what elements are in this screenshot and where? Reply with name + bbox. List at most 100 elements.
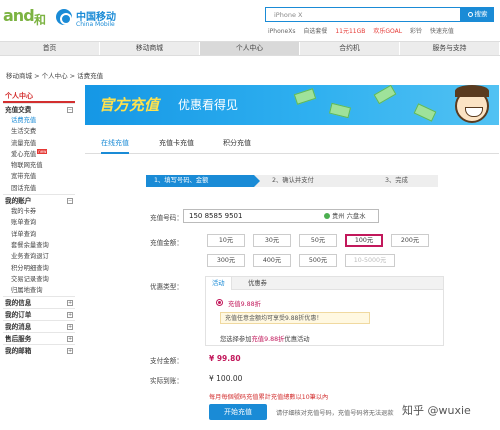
he-logo-text: 和 [34, 13, 47, 27]
sidebar-group-my-mailbox[interactable]: 我的邮箱 + [3, 344, 75, 356]
tab-activity[interactable]: 活动 [206, 277, 232, 290]
sidebar-group-my-info[interactable]: 我的信息 + [3, 296, 75, 308]
nav-item-personal-center[interactable]: 个人中心 [200, 42, 300, 55]
amount-option-400[interactable]: 400元 [253, 254, 291, 267]
nav-item-home[interactable]: 首页 [0, 42, 100, 55]
step-complete: 3、完成 [385, 177, 408, 184]
amount-label: 充值金额： [150, 239, 183, 247]
tab-card-recharge[interactable]: 充值卡充值 [159, 138, 194, 154]
sidebar-group-label: 充值交费 [5, 106, 32, 114]
amount-option-100[interactable]: 100元 [345, 234, 383, 247]
nav-item-service[interactable]: 服务与支持 [400, 42, 500, 55]
breadcrumb: 移动商城 > 个人中心 > 话费充值 [6, 72, 104, 80]
hotword-link[interactable]: iPhoneXs [268, 28, 296, 35]
sidebar-item-broadband-recharge[interactable]: 宽带充值 [3, 171, 75, 182]
sidebar-title: 个人中心 [3, 89, 75, 103]
discount-note: 充值任意金额均可享受9.88折优惠！ [220, 312, 370, 324]
promo-banner[interactable]: 官方充值 优惠看得见 [85, 85, 499, 125]
discount-radio[interactable] [216, 299, 223, 306]
amount-option-10[interactable]: 10元 [207, 234, 245, 247]
expand-icon[interactable]: + [67, 336, 73, 343]
amount-option-200[interactable]: 200元 [391, 234, 429, 247]
expand-icon[interactable]: + [67, 324, 73, 331]
sidebar-item-data-recharge[interactable]: 流量充值 [3, 138, 75, 149]
sidebar-item-plan-balance[interactable]: 套餐余量查询 [3, 240, 75, 251]
search-button-label: 搜索 [474, 10, 488, 18]
hotword-link[interactable]: 11元11GB [335, 28, 365, 35]
money-bill-icon [293, 88, 317, 105]
expand-icon[interactable]: + [67, 312, 73, 319]
step-confirm-pay: 2、确认并支付 [272, 177, 314, 184]
cartoon-character-icon [455, 85, 489, 123]
step-fill-info: 1、填写号码、金额 [146, 175, 260, 187]
amount-option-30[interactable]: 30元 [253, 234, 291, 247]
sidebar-group-account[interactable]: 我的账户 − [3, 194, 75, 206]
sidebar-group-recharge[interactable]: 充值交费 − [3, 103, 75, 115]
sidebar-group-label: 我的消息 [5, 323, 32, 332]
search-box [265, 7, 461, 22]
site-header: and 和 中国移动 China Mobile 搜索 iPhoneXs 自选套餐… [0, 0, 500, 40]
sidebar-group-my-orders[interactable]: 我的订单 + [3, 308, 75, 320]
discount-tabs: 活动 优惠券 [206, 277, 443, 290]
tab-points-recharge[interactable]: 积分充值 [223, 138, 251, 154]
actual-amount-label: 实际到账： [150, 377, 183, 385]
amount-option-300[interactable]: 300元 [207, 254, 245, 267]
collapse-icon[interactable]: − [67, 107, 73, 113]
collapse-icon[interactable]: − [67, 198, 73, 205]
pay-amount-label: 支付金额： [150, 357, 183, 365]
search-input[interactable] [266, 8, 460, 21]
sidebar-group-label: 我的邮箱 [5, 347, 32, 356]
new-badge: new [37, 148, 48, 154]
pay-amount-value: ¥ 99.80 [209, 354, 241, 363]
sidebar-item-charity-recharge[interactable]: 爱心充值 new [3, 148, 75, 160]
actual-amount-value: ¥ 100.00 [209, 374, 243, 383]
sidebar-item-transactions[interactable]: 交易记录查询 [3, 274, 75, 285]
money-bill-icon [373, 85, 397, 105]
verified-check-icon [324, 213, 330, 219]
sidebar-item-iot-recharge[interactable]: 物联网充值 [3, 160, 75, 171]
money-bill-icon [328, 102, 352, 119]
sidebar-item-label: 爱心充值 [11, 150, 37, 158]
sidebar-item-service-unsubscribe[interactable]: 业务查询退订 [3, 251, 75, 262]
sidebar-item-points-detail[interactable]: 积分明细查询 [3, 263, 75, 274]
amount-custom-input[interactable]: 10-5000元 [345, 254, 395, 267]
nav-item-mall[interactable]: 移动商城 [100, 42, 200, 55]
location-text: 贵州 六盘水 [332, 213, 366, 220]
amount-option-50[interactable]: 50元 [299, 234, 337, 247]
phone-label: 充值号码： [150, 214, 183, 222]
search-button[interactable]: 搜索 [461, 7, 494, 22]
recharge-hint: 请仔细核对充值号码，充值号码将无法退款 [276, 410, 394, 417]
sidebar-item-life-payment[interactable]: 生活交费 [3, 126, 75, 137]
nav-item-contract-phone[interactable]: 合约机 [300, 42, 400, 55]
sidebar-group-after-sales[interactable]: 售后服务 + [3, 332, 75, 344]
start-recharge-button[interactable]: 开始充值 [209, 404, 267, 420]
sidebar-group-label: 我的订单 [5, 311, 32, 320]
sidebar-item-location-query[interactable]: 归属地查询 [3, 285, 75, 296]
sidebar-item-coupons[interactable]: 我的卡券 [3, 206, 75, 217]
sidebar-item-bill-query[interactable]: 账单查询 [3, 217, 75, 228]
sidebar-item-phone-recharge[interactable]: 话费充值 [3, 115, 75, 126]
tab-coupon[interactable]: 优惠券 [242, 277, 273, 290]
sidebar-group-my-messages[interactable]: 我的消息 + [3, 320, 75, 332]
sidebar-item-landline-recharge[interactable]: 固话充值 [3, 183, 75, 194]
discount-name: 充值9.88折 [228, 301, 261, 308]
hotword-link[interactable]: 快速充值 [430, 28, 454, 35]
phone-location: 贵州 六盘水 [324, 211, 366, 220]
china-mobile-name-en: China Mobile [76, 21, 115, 28]
banner-title: 官方充值 [99, 96, 160, 114]
and-logo[interactable]: and [3, 6, 35, 25]
expand-icon[interactable]: + [67, 348, 73, 355]
discount-join-text: 您选择参加充值9.88折优惠活动 [220, 334, 310, 343]
china-mobile-logo-icon[interactable] [56, 9, 72, 25]
main-nav: 首页 移动商城 个人中心 合约机 服务与支持 [0, 41, 500, 56]
progress-steps: 1、填写号码、金额 2、确认并支付 3、完成 [146, 175, 438, 187]
expand-icon[interactable]: + [67, 300, 73, 307]
hotword-link[interactable]: 自选套餐 [303, 28, 327, 35]
amount-option-500[interactable]: 500元 [299, 254, 337, 267]
hotword-link[interactable]: 彩铃 [410, 28, 422, 35]
hotword-link[interactable]: 欢乐GOAL [373, 28, 402, 35]
tab-online-recharge[interactable]: 在线充值 [101, 138, 129, 154]
banner-subtitle: 优惠看得见 [178, 98, 239, 112]
sidebar-item-detail-query[interactable]: 详单查询 [3, 229, 75, 240]
recharge-limit-warning: 每月每個號码充值累計充值總數以10筆以內 [209, 394, 329, 401]
